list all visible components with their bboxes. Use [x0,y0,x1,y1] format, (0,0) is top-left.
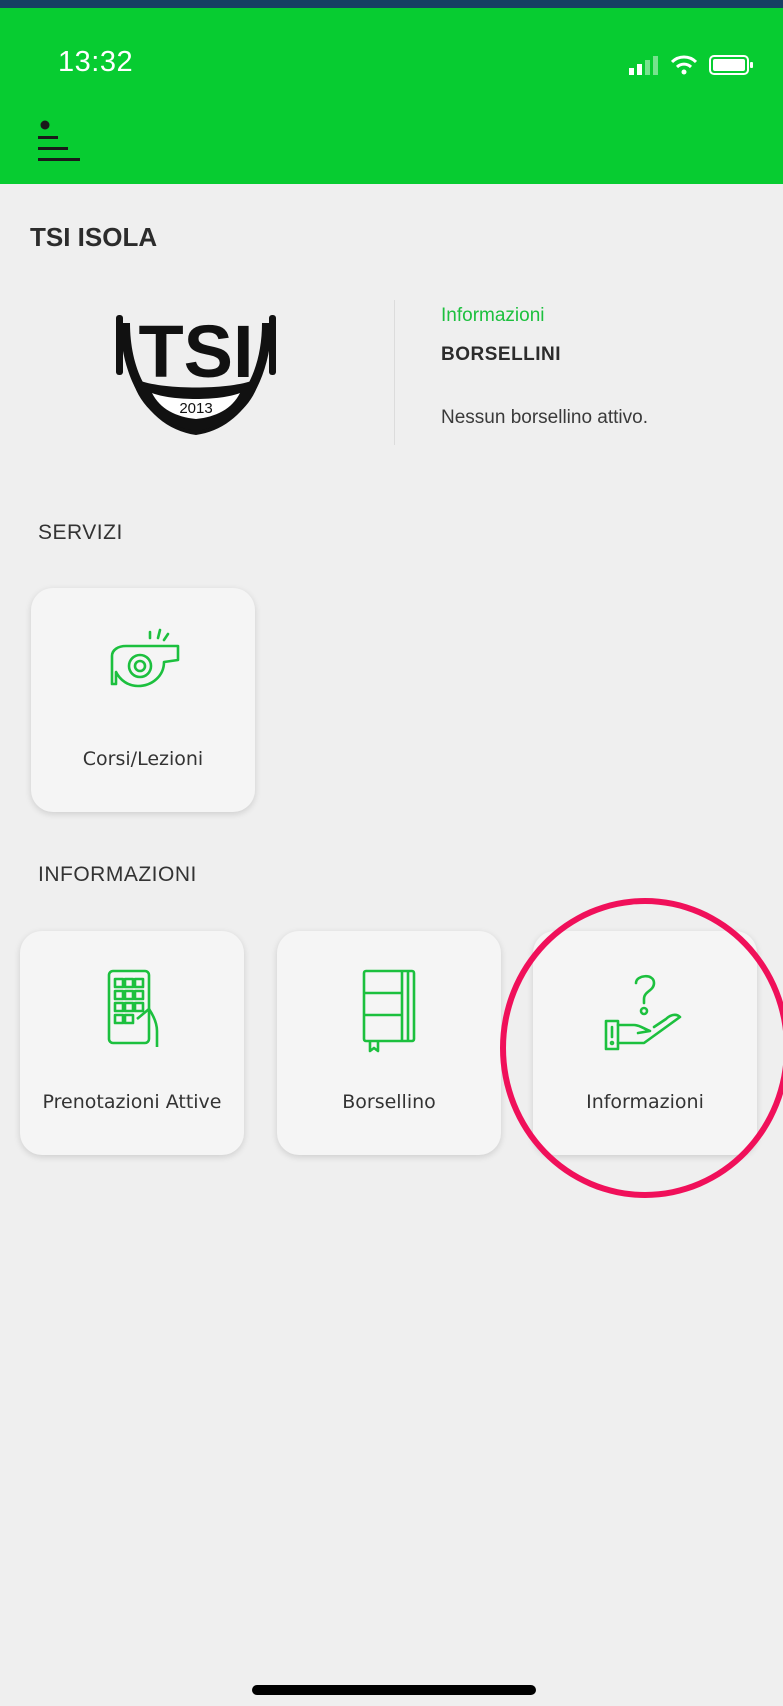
logo-text: TSI [138,310,253,393]
club-name: TSI ISOLA [30,222,158,252]
app-header: 13:32 [0,8,783,184]
phone-keypad-icon [107,969,159,1047]
signal-icon [629,56,658,75]
section-title-informazioni: INFORMAZIONI [38,863,197,886]
menu-icon[interactable] [34,118,90,172]
notebook-icon [362,969,416,1053]
tile-corsi-lezioni[interactable]: Corsi/Lezioni [31,588,255,812]
logo-year: 2013 [179,400,212,417]
wallet-title: BORSELLINI [441,344,562,365]
tile-label: Corsi/Lezioni [82,748,204,770]
info-label: Informazioni [441,305,545,326]
tile-prenotazioni-attive[interactable]: Prenotazioni Attive [20,931,244,1155]
home-indicator [252,1685,536,1695]
wifi-icon [671,55,697,75]
whistle-icon [110,628,180,688]
panel-divider [394,300,395,445]
status-time: 13:32 [58,46,134,78]
section-title-servizi: SERVIZI [38,521,123,544]
status-icons [629,54,755,76]
tile-label: Borsellino [342,1091,436,1113]
wallet-empty-message: Nessun borsellino attivo. [441,407,648,428]
tile-label: Prenotazioni Attive [42,1091,222,1113]
top-band [0,0,783,8]
tile-borsellino[interactable]: Borsellino [277,931,501,1155]
highlight-circle [500,898,783,1198]
club-logo: TSI 2013 [116,310,276,435]
battery-icon [709,55,753,75]
